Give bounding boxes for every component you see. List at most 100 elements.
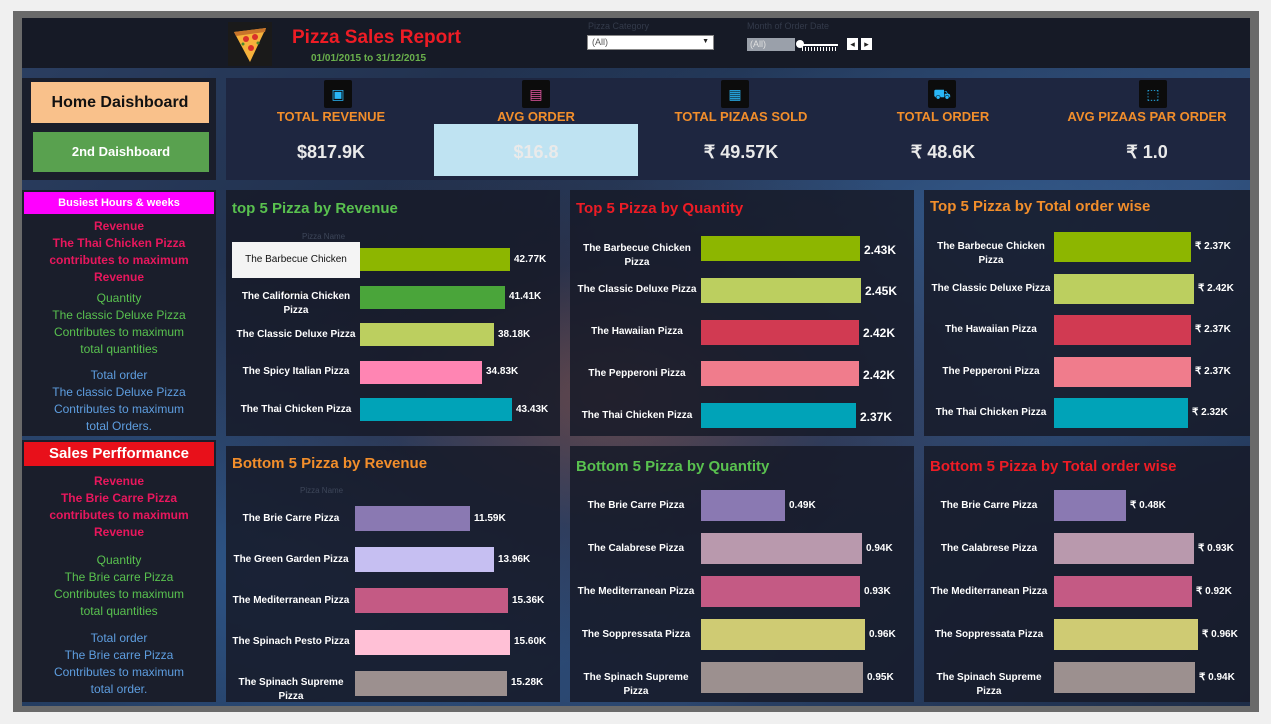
category-label[interactable]: The Mediterranean Pizza bbox=[228, 594, 354, 608]
month-slider-ticks bbox=[802, 47, 838, 51]
chart-bottom5-quantity: Bottom 5 Pizza by Quantity The Brie Carre… bbox=[570, 446, 914, 702]
category-label[interactable]: The Brie Carre Pizza bbox=[228, 512, 354, 526]
kpi-label: TOTAL ORDER bbox=[896, 109, 990, 124]
category-label[interactable]: The Barbecue Chicken Pizza bbox=[232, 241, 360, 301]
category-label[interactable]: The Classic Deluxe Pizza bbox=[928, 282, 1054, 296]
bar[interactable] bbox=[701, 490, 785, 521]
bar[interactable] bbox=[355, 629, 510, 655]
category-label[interactable]: The Classic Deluxe Pizza bbox=[232, 328, 360, 342]
category-label[interactable]: The Classic Deluxe Pizza bbox=[574, 283, 700, 297]
category-label[interactable]: The Pepperoni Pizza bbox=[574, 367, 700, 381]
bar[interactable] bbox=[360, 323, 494, 346]
box-icon: ⬚ bbox=[1139, 80, 1167, 108]
bar[interactable] bbox=[1054, 356, 1191, 387]
category-label[interactable]: The Barbecue Chicken Pizza bbox=[928, 240, 1054, 268]
month-slider-value[interactable]: (All) bbox=[747, 38, 795, 51]
text-line: Total order bbox=[90, 631, 148, 645]
bar[interactable] bbox=[355, 670, 507, 696]
category-label[interactable]: The Hawaiian Pizza bbox=[574, 325, 700, 339]
bar[interactable] bbox=[360, 248, 510, 271]
kpi-avg-pizzas-per-order: ⬚ AVG PIZAAS PAR ORDER ₹ 1.0 bbox=[1052, 78, 1242, 180]
category-label[interactable]: The Thai Chicken Pizza bbox=[232, 403, 360, 417]
text-line: total order. bbox=[90, 682, 148, 696]
bar[interactable] bbox=[1054, 315, 1191, 345]
category-label[interactable]: The California Chicken Pizza bbox=[232, 290, 360, 318]
month-slider-track[interactable] bbox=[798, 44, 838, 46]
bar[interactable] bbox=[701, 319, 859, 345]
bar[interactable] bbox=[701, 361, 859, 387]
next-month-button[interactable]: ▸ bbox=[861, 38, 872, 50]
bar[interactable] bbox=[701, 533, 862, 564]
axis-label: Pizza Name bbox=[300, 486, 344, 495]
data-label: 41.41K bbox=[509, 291, 542, 302]
category-label[interactable]: The Thai Chicken Pizza bbox=[928, 406, 1054, 420]
category-label[interactable]: The Soppressata Pizza bbox=[572, 628, 700, 642]
category-label[interactable]: The Spicy Italian Pizza bbox=[232, 365, 360, 379]
bar[interactable] bbox=[1054, 232, 1191, 262]
data-label: ₹ 0.48K bbox=[1130, 499, 1166, 511]
chart-top5-orders: Top 5 Pizza by Total order wise The Barbe… bbox=[924, 190, 1250, 436]
text-line: contributes to maximum bbox=[49, 508, 189, 522]
category-label[interactable]: The Calabrese Pizza bbox=[572, 542, 700, 556]
bar[interactable] bbox=[360, 360, 482, 384]
kpi-value: ₹ 1.0 bbox=[1126, 142, 1168, 162]
month-slider-handle[interactable] bbox=[796, 40, 804, 48]
kpi-value: ₹ 48.6K bbox=[910, 142, 976, 162]
bar[interactable] bbox=[1054, 490, 1126, 521]
bar[interactable] bbox=[701, 236, 860, 261]
data-label: ₹ 2.37K bbox=[1195, 365, 1231, 377]
category-label[interactable]: The Spinach Supreme Pizza bbox=[926, 671, 1052, 699]
data-label: ₹ 0.92K bbox=[1196, 585, 1232, 597]
category-label[interactable]: The Spinach Supreme Pizza bbox=[572, 671, 700, 699]
category-label[interactable]: The Mediterranean Pizza bbox=[926, 585, 1052, 599]
bar[interactable] bbox=[355, 547, 494, 573]
chart-title: Bottom 5 Pizza by Total order wise bbox=[930, 458, 1177, 475]
bar[interactable] bbox=[1054, 273, 1194, 304]
bar[interactable] bbox=[355, 588, 508, 614]
data-label: 2.42K bbox=[863, 326, 896, 341]
bar[interactable] bbox=[360, 398, 512, 421]
bar[interactable] bbox=[1054, 398, 1188, 428]
bar[interactable] bbox=[360, 285, 505, 309]
category-label[interactable]: The Green Garden Pizza bbox=[228, 553, 354, 567]
header-bar: Pizza Sales Report 01/01/2015 to 31/12/2… bbox=[22, 18, 1250, 68]
data-label: 15.36K bbox=[512, 594, 545, 606]
category-label[interactable]: The Spinach Pesto Pizza bbox=[228, 635, 354, 649]
bar[interactable] bbox=[1054, 533, 1194, 564]
busiest-title: Busiest Hours & weeks bbox=[24, 192, 214, 214]
bar[interactable] bbox=[701, 403, 856, 429]
chart-title: Bottom 5 Pizza by Quantity bbox=[576, 458, 770, 475]
category-label[interactable]: The Brie Carre Pizza bbox=[572, 499, 700, 513]
category-label[interactable]: The Calabrese Pizza bbox=[926, 542, 1052, 556]
home-dashboard-button[interactable]: Home Daishboard bbox=[31, 82, 209, 123]
second-dashboard-button[interactable]: 2nd Daishboard bbox=[33, 132, 209, 172]
category-label[interactable]: The Thai Chicken Pizza bbox=[574, 409, 700, 423]
category-filter-label: Pizza Category bbox=[588, 21, 650, 31]
prev-month-button[interactable]: ◂ bbox=[847, 38, 858, 50]
delivery-icon: ⛟ bbox=[928, 80, 956, 108]
data-label: 15.60K bbox=[514, 636, 547, 648]
bar[interactable] bbox=[701, 619, 865, 650]
category-label[interactable]: The Hawaiian Pizza bbox=[928, 323, 1054, 337]
bar[interactable] bbox=[1054, 619, 1198, 650]
data-label: 0.95K bbox=[867, 671, 894, 683]
bar[interactable] bbox=[355, 506, 470, 531]
data-label: ₹ 0.94K bbox=[1199, 671, 1235, 683]
category-select[interactable]: (All) ▼ bbox=[587, 35, 714, 50]
bar[interactable] bbox=[1054, 576, 1192, 607]
bar[interactable] bbox=[701, 277, 861, 303]
category-label[interactable]: The Spinach Supreme Pizza bbox=[228, 676, 354, 704]
category-label[interactable]: The Pepperoni Pizza bbox=[928, 365, 1054, 379]
data-label: 2.45K bbox=[865, 284, 898, 299]
kpi-panel: ▣ TOTAL REVENUE $817.9K ▤ AVG ORDER $16.… bbox=[226, 78, 1250, 180]
bar[interactable] bbox=[1054, 662, 1195, 693]
sales-order-text: Total order The Brie carre Pizza Contrib… bbox=[22, 630, 216, 698]
category-select-value: (All) bbox=[592, 37, 608, 47]
bar[interactable] bbox=[701, 576, 860, 607]
card-icon: ▤ bbox=[522, 80, 550, 108]
category-label[interactable]: The Brie Carre Pizza bbox=[926, 499, 1052, 513]
category-label[interactable]: The Soppressata Pizza bbox=[926, 628, 1052, 642]
category-label[interactable]: The Barbecue Chicken Pizza bbox=[574, 242, 700, 270]
bar[interactable] bbox=[701, 662, 863, 693]
category-label[interactable]: The Mediterranean Pizza bbox=[572, 585, 700, 599]
